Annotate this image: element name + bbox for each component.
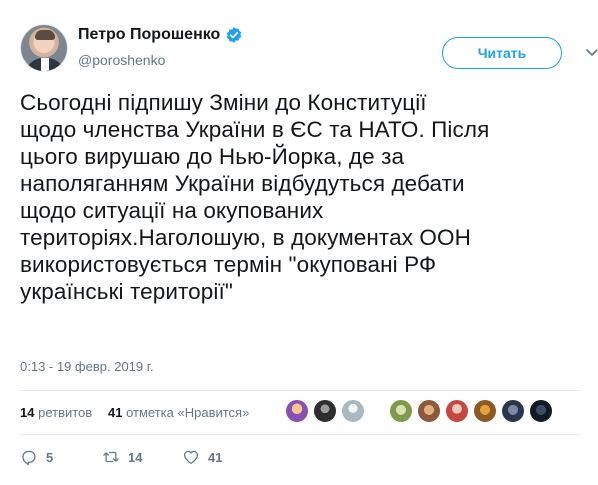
liker-avatar[interactable] [529,399,553,423]
retweet-button[interactable]: 14 [102,448,142,466]
tweet-header: Петро Порошенко @poroshenko Читать [20,20,598,80]
liker-avatar[interactable] [445,399,469,423]
reply-count: 5 [46,449,54,465]
chevron-down-icon[interactable] [584,44,598,60]
reply-button[interactable]: 5 [20,448,53,466]
tweet-stats: 14 ретвитов 41 отметка «Нравится» [20,399,580,425]
follow-button[interactable]: Читать [442,37,562,69]
liker-avatar[interactable] [341,399,365,423]
tweet-actions: 5 14 41 [20,448,580,472]
retweets-label: ретвитов [38,405,93,420]
tweet-text: Сьогодні підпишу Зміни до Конституції що… [20,90,490,304]
retweet-count: 14 [128,449,143,465]
author-display-name[interactable]: Петро Порошенко [78,26,220,44]
likes-count: 41 [108,405,123,420]
retweets-stat[interactable]: 14 ретвитов [20,405,92,420]
tweet-timestamp[interactable]: 0:13 - 19 февр. 2019 г. [20,359,154,374]
reply-icon [22,450,36,466]
liker-avatar[interactable] [389,399,413,423]
retweets-count: 14 [20,405,35,420]
liker-avatar[interactable] [501,399,525,423]
liker-avatar[interactable] [285,399,309,423]
author-username[interactable]: @poroshenko [78,52,165,68]
like-count: 41 [208,449,223,465]
retweet-icon [103,451,119,463]
liker-avatar[interactable] [313,399,337,423]
author-avatar[interactable] [20,24,68,72]
heart-icon [183,450,199,465]
liker-avatar[interactable] [417,399,441,423]
avatar-hair [35,30,55,40]
verified-badge-icon [227,27,242,43]
liker-avatar[interactable] [473,399,497,423]
stats-bottom-divider [20,434,580,435]
like-button[interactable]: 41 [182,448,222,466]
avatar-shirt [41,58,49,71]
likes-label: отметка «Нравится» [126,405,250,420]
likes-stat[interactable]: 41 отметка «Нравится» [108,405,249,420]
author-name-row[interactable]: Петро Порошенко [78,26,243,44]
liker-avatars [285,399,557,425]
stats-top-divider [20,390,580,391]
